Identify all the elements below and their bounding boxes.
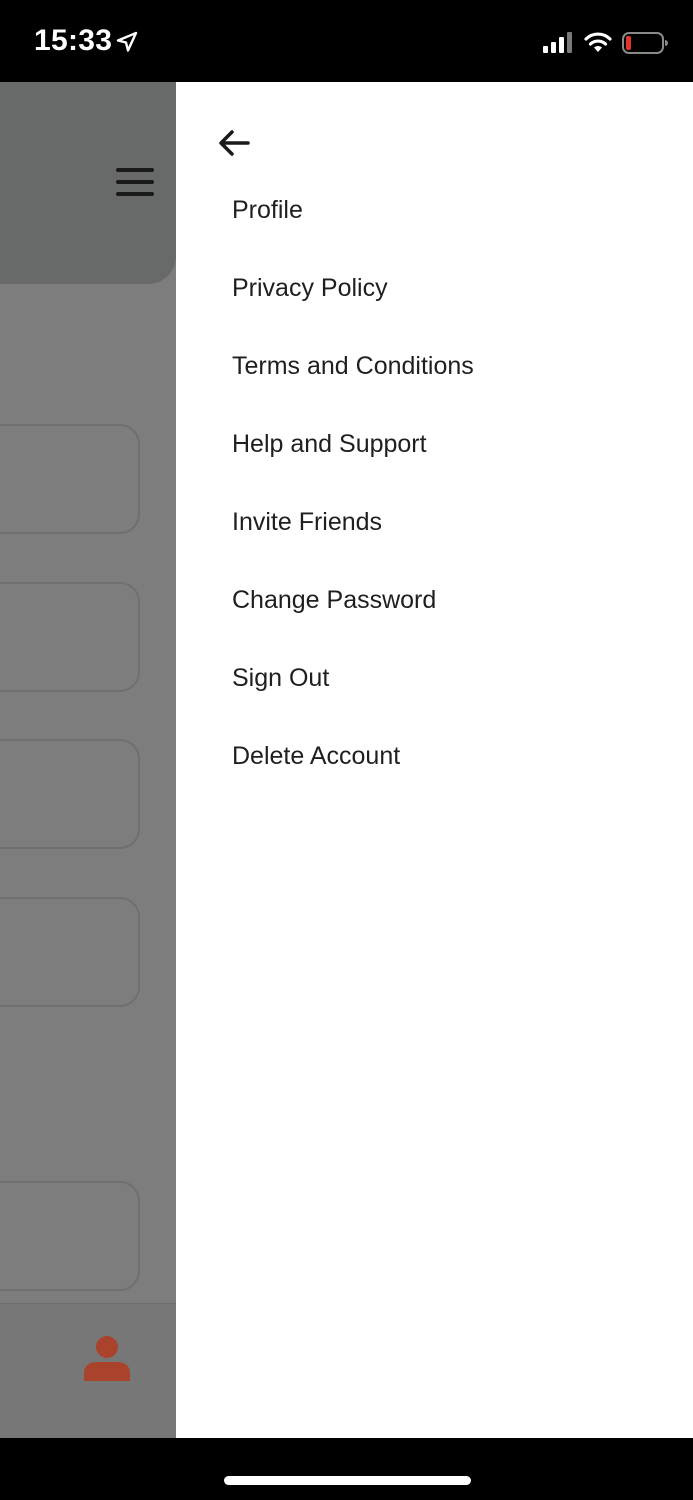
- status-time: 15:33: [34, 24, 113, 57]
- menu-item-profile[interactable]: Profile: [232, 188, 474, 266]
- status-bar: 15:33: [0, 0, 693, 82]
- form-field[interactable]: [0, 424, 140, 534]
- bottom-nav: [0, 1303, 176, 1438]
- menu-item-privacy-policy[interactable]: Privacy Policy: [232, 266, 474, 344]
- hamburger-menu-icon[interactable]: [116, 168, 154, 198]
- location-arrow-icon: [116, 31, 138, 52]
- menu-item-change-password[interactable]: Change Password: [232, 578, 474, 656]
- wifi-icon: [584, 32, 612, 52]
- menu-item-delete-account[interactable]: Delete Account: [232, 734, 474, 812]
- menu-item-sign-out[interactable]: Sign Out: [232, 656, 474, 734]
- battery-low-icon: [622, 32, 668, 54]
- arrow-left-icon[interactable]: [216, 125, 252, 161]
- form-field[interactable]: [0, 897, 140, 1007]
- drawer-menu: Profile Privacy Policy Terms and Conditi…: [232, 188, 474, 812]
- menu-item-help-and-support[interactable]: Help and Support: [232, 422, 474, 500]
- menu-item-terms-and-conditions[interactable]: Terms and Conditions: [232, 344, 474, 422]
- form-field[interactable]: [0, 1181, 140, 1291]
- form-field[interactable]: [0, 582, 140, 692]
- screen: 15:33 Profile Privacy Policy Terms and C…: [0, 0, 693, 1500]
- home-indicator-area: [0, 1438, 693, 1500]
- menu-item-invite-friends[interactable]: Invite Friends: [232, 500, 474, 578]
- form-field[interactable]: [0, 739, 140, 849]
- background-app-overlay[interactable]: [0, 82, 176, 1438]
- cellular-signal-icon: [543, 32, 572, 53]
- home-indicator[interactable]: [224, 1476, 471, 1485]
- person-icon[interactable]: [83, 1334, 131, 1382]
- navigation-drawer: Profile Privacy Policy Terms and Conditi…: [176, 82, 693, 1438]
